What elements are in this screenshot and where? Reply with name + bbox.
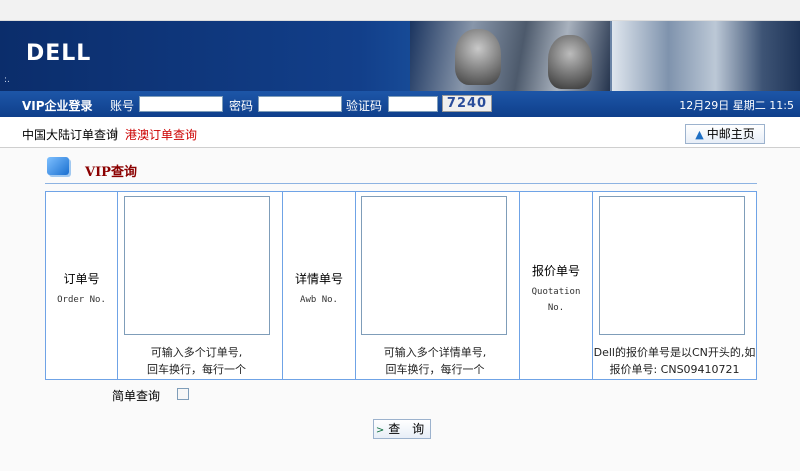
home-button[interactable]: ▲ 中邮主页	[685, 124, 765, 144]
password-label: 密码	[229, 99, 254, 113]
awb-label-cell: 详情单号 Awb No.	[283, 192, 356, 379]
quotation-hint-line2: 报价单号: CNS09410721	[609, 363, 740, 376]
dell-logo: DELL	[26, 41, 92, 66]
quotation-textarea[interactable]	[599, 196, 745, 335]
simple-query-checkbox[interactable]	[177, 388, 189, 400]
quotation-hint: Dell的报价单号是以CN开头的,如 报价单号: CNS09410721	[593, 344, 756, 378]
quotation-label-en: Quotation	[531, 287, 581, 297]
query-table: 订单号 Order No. 可输入多个订单号, 回车换行，每行一个 详情单号 A…	[45, 191, 757, 380]
nav-hongkong-order-query[interactable]: 港澳订单查询	[125, 126, 197, 143]
awb-label: 详情单号	[294, 272, 343, 286]
account-input[interactable]	[139, 96, 223, 112]
order-hint-line2: 回车换行，每行一个	[147, 363, 246, 376]
banner-person-left	[455, 29, 501, 85]
awb-hint-line1: 可输入多个详情单号,	[383, 346, 487, 359]
section-title: VIP查询	[85, 165, 137, 180]
nav-mainland-order-query[interactable]: 中国大陆订单查询	[22, 126, 118, 143]
awb-textarea[interactable]	[361, 196, 507, 335]
login-bar: VIP企业登录 账号 密码 验证码 7240 12月29日 星期二 11:5	[0, 91, 800, 117]
captcha-image[interactable]: 7240	[442, 95, 492, 112]
arrow-right-icon: >	[375, 425, 385, 436]
password-input[interactable]	[258, 96, 342, 112]
order-textarea[interactable]	[124, 196, 270, 335]
quotation-label-cell: 报价单号 Quotation No.	[520, 192, 593, 379]
home-icon: ▲	[695, 128, 704, 141]
query-button-label: 查 询	[388, 422, 429, 436]
nav-bar: 中国大陆订单查询 | 港澳订单查询 ▲ 中邮主页	[0, 117, 800, 148]
order-hint: 可输入多个订单号, 回车换行，每行一个	[118, 344, 275, 378]
order-input-cell: 可输入多个订单号, 回车换行，每行一个	[118, 192, 283, 379]
captcha-input[interactable]	[388, 96, 438, 112]
order-hint-line1: 可输入多个订单号,	[150, 346, 243, 359]
simple-query-label: 简单查询	[112, 389, 161, 403]
order-label: 订单号	[63, 272, 100, 286]
quotation-input-cell: Dell的报价单号是以CN开头的,如 报价单号: CNS09410721	[593, 192, 756, 379]
current-datetime: 12月29日 星期二 11:5	[679, 99, 794, 112]
quotation-label-en-no: No.	[547, 303, 565, 313]
banner-server-image	[612, 21, 800, 91]
top-strip	[0, 0, 800, 21]
dell-banner: DELL :.	[0, 21, 800, 91]
order-label-cell: 订单号 Order No.	[46, 192, 118, 379]
quotation-label: 报价单号	[531, 264, 580, 278]
awb-input-cell: 可输入多个详情单号, 回车换行，每行一个	[356, 192, 520, 379]
captcha-label: 验证码	[346, 99, 383, 113]
banner-person-right	[548, 35, 592, 89]
section-icon	[47, 157, 69, 175]
account-label: 账号	[110, 99, 135, 113]
home-button-label: 中邮主页	[706, 127, 755, 141]
section-header: VIP查询	[45, 155, 757, 184]
login-title: VIP企业登录	[22, 99, 93, 113]
awb-hint-line2: 回车换行，每行一个	[385, 363, 485, 376]
nav-separator: |	[114, 126, 119, 140]
awb-label-en: Awb No.	[300, 295, 338, 305]
awb-hint: 可输入多个详情单号, 回车换行，每行一个	[356, 344, 514, 378]
banner-dots: :.	[4, 75, 10, 85]
quotation-hint-line1: Dell的报价单号是以CN开头的,如	[593, 346, 756, 359]
query-button[interactable]: > 查 询	[373, 419, 431, 439]
order-label-en: Order No.	[57, 295, 106, 305]
